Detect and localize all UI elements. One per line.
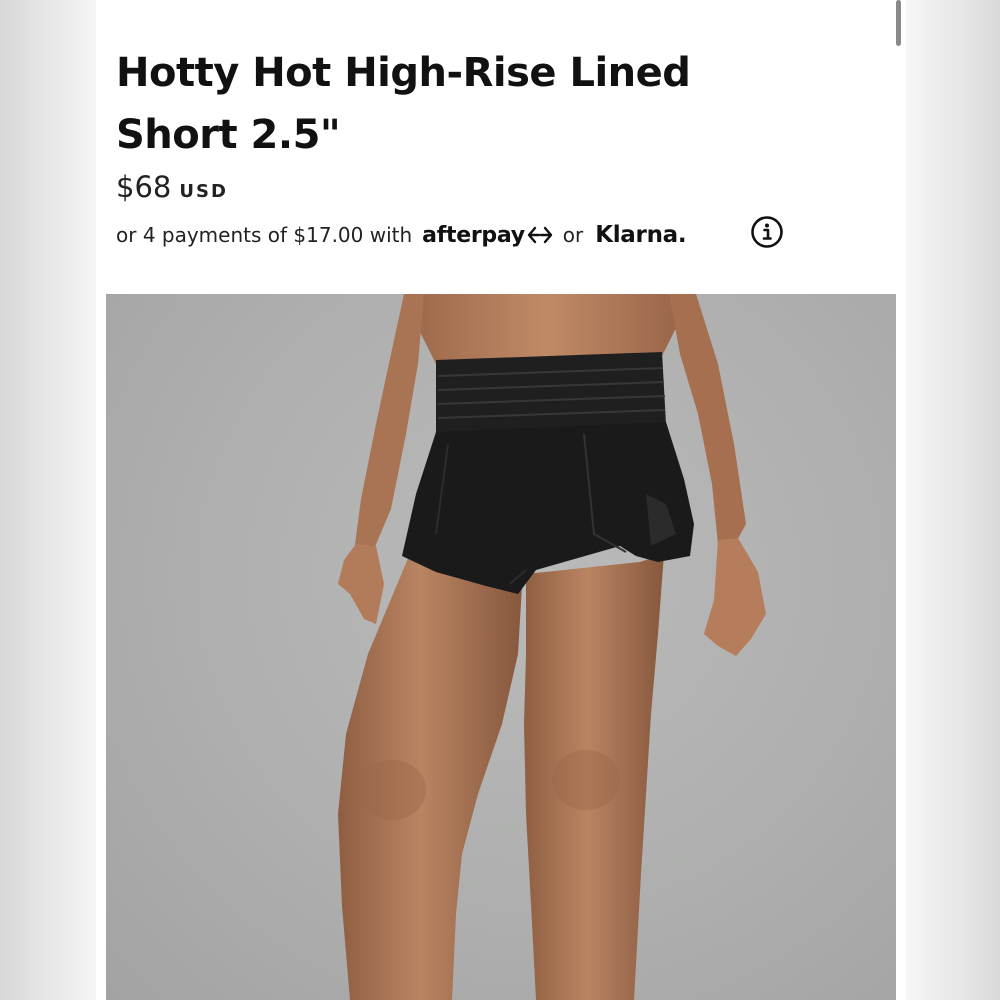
product-title: Hotty Hot High-Rise Lined Short 2.5" — [116, 50, 691, 158]
afterpay-wordmark: afterpay — [422, 222, 525, 248]
afterpay-arrows-icon — [527, 226, 552, 244]
product-price: $68 — [116, 170, 172, 204]
price-currency: USD — [179, 181, 228, 202]
left-blurred-background — [0, 0, 96, 1000]
model-wearing-shorts — [338, 294, 766, 1000]
scrollbar[interactable] — [896, 0, 901, 46]
product-image[interactable] — [106, 294, 896, 1000]
installment-payments: or 4 payments of $17.00 with afterpay or… — [116, 218, 687, 252]
installment-text: or 4 payments of $17.00 with — [116, 223, 413, 247]
price-row: $68 USD — [116, 170, 228, 204]
info-circle-icon[interactable] — [750, 215, 784, 249]
right-blurred-background — [906, 0, 1000, 1000]
product-page[interactable]: Hotty Hot High-Rise Lined Short 2.5" $68… — [96, 0, 906, 1000]
afterpay-logo[interactable]: afterpay — [422, 223, 553, 248]
or-separator: or — [562, 223, 584, 247]
klarna-logo[interactable]: Klarna. — [595, 222, 686, 248]
